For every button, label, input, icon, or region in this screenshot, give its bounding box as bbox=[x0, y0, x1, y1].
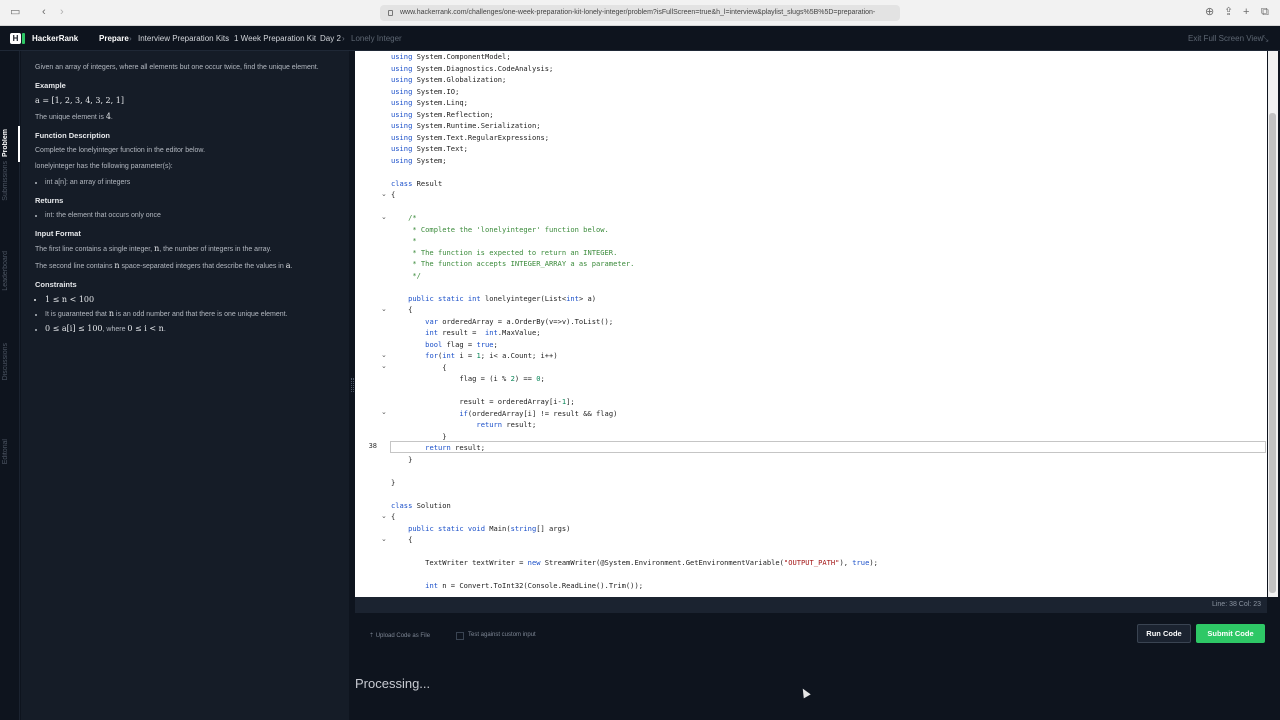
example-array: a = [1, 2, 3, 4, 3, 2, 1] bbox=[35, 96, 124, 105]
drag-handle-icon[interactable] bbox=[351, 378, 354, 392]
breadcrumb-interview-kits[interactable]: Interview Preparation Kits bbox=[138, 26, 229, 51]
run-code-button[interactable]: Run Code bbox=[1137, 624, 1191, 643]
cursor-position: Line: 38 Col: 23 bbox=[1211, 601, 1261, 608]
editor-scrollbar[interactable] bbox=[1268, 51, 1278, 597]
brand-name[interactable]: HackerRank bbox=[32, 26, 78, 51]
upload-icon: ⇡ bbox=[369, 633, 376, 639]
breadcrumb-current: Lonely Integer bbox=[351, 34, 402, 43]
input-line-1: The first line contains a single integer… bbox=[35, 244, 272, 253]
constraints-heading: Constraints bbox=[35, 280, 77, 289]
tab-leaderboard[interactable]: Leaderboard bbox=[2, 251, 18, 291]
lock-icon bbox=[388, 10, 393, 16]
action-bar: ⇡ Upload Code as File Test against custo… bbox=[355, 613, 1267, 653]
input-format-heading: Input Format bbox=[35, 229, 81, 238]
editor-gutter bbox=[355, 51, 395, 597]
browser-toolbar: ▭ ‹ › www.hackerrank.com/challenges/one-… bbox=[0, 0, 1280, 26]
fold-chevron-icon[interactable]: ⌄ bbox=[381, 304, 389, 316]
tab-problem[interactable]: Problem bbox=[2, 129, 18, 157]
breadcrumb-prepare[interactable]: Prepare bbox=[99, 26, 129, 51]
download-icon[interactable]: ⊕ bbox=[1205, 5, 1214, 19]
function-description-heading: Function Description bbox=[35, 131, 110, 140]
function-description-text: Complete the lonelyinteger function in t… bbox=[35, 147, 206, 154]
input-line-2: The second line contains n space-separat… bbox=[35, 261, 293, 270]
tabs-overview-icon[interactable]: ⧉ bbox=[1261, 5, 1269, 19]
param-item: int a[n]: an array of integers bbox=[45, 178, 335, 188]
processing-status: Processing... bbox=[355, 676, 431, 691]
custom-input-label[interactable]: Test against custom input bbox=[468, 632, 536, 638]
returns-item: int: the element that occurs only once bbox=[45, 211, 335, 221]
tab-editorial[interactable]: Editorial bbox=[2, 439, 18, 464]
upload-code-button[interactable]: ⇡ Upload Code as File bbox=[369, 632, 430, 639]
submit-code-button[interactable]: Submit Code bbox=[1196, 624, 1265, 643]
fold-chevron-icon[interactable]: ⌄ bbox=[381, 361, 389, 373]
breadcrumb-day[interactable]: Day 2 bbox=[320, 26, 341, 51]
share-icon[interactable]: ⇪ bbox=[1224, 5, 1233, 19]
url-text: www.hackerrank.com/challenges/one-week-p… bbox=[400, 9, 876, 16]
forward-icon[interactable]: › bbox=[60, 5, 64, 19]
code-editor[interactable]: 38 ⌄ ⌄ ⌄ ⌄ ⌄ ⌄ ⌄ ⌄ using System.Componen… bbox=[355, 51, 1267, 597]
hackerrank-logo[interactable]: H bbox=[10, 33, 25, 44]
active-tab-indicator bbox=[18, 126, 20, 162]
fold-chevron-icon[interactable]: ⌄ bbox=[381, 350, 389, 362]
line-number: 38 bbox=[368, 442, 377, 450]
back-icon[interactable]: ‹ bbox=[42, 5, 46, 19]
fold-chevron-icon[interactable]: ⌄ bbox=[381, 407, 389, 419]
problem-panel: Given an array of integers, where all el… bbox=[21, 51, 349, 720]
collapse-icon[interactable]: ⤡ bbox=[1262, 26, 1268, 51]
address-bar[interactable]: www.hackerrank.com/challenges/one-week-p… bbox=[380, 5, 900, 21]
editor-status-bar: Line: 38 Col: 23 bbox=[355, 597, 1267, 613]
constraint-1: 1 ≤ n < 100 bbox=[45, 295, 335, 305]
constraint-3: 0 ≤ a[i] ≤ 100, where 0 ≤ i < n. bbox=[45, 324, 335, 335]
new-tab-icon[interactable]: + bbox=[1243, 5, 1249, 19]
constraint-2: It is guaranteed that n is an odd number… bbox=[45, 309, 335, 320]
breadcrumb-separator: › bbox=[226, 34, 229, 43]
function-params-text: lonelyinteger has the following paramete… bbox=[35, 163, 173, 170]
tab-submissions[interactable]: Submissions bbox=[2, 161, 18, 201]
top-navigation: H HackerRank Prepare › Interview Prepara… bbox=[0, 26, 1280, 51]
mouse-pointer-icon bbox=[799, 686, 811, 699]
breadcrumb-separator: › bbox=[312, 34, 315, 43]
example-result: The unique element is 4. bbox=[35, 112, 113, 121]
example-heading: Example bbox=[35, 81, 66, 90]
left-rail: Problem Submissions Leaderboard Discussi… bbox=[0, 51, 20, 720]
exit-full-screen-link[interactable]: Exit Full Screen View bbox=[1188, 26, 1263, 51]
fold-chevron-icon[interactable]: ⌄ bbox=[381, 212, 389, 224]
breadcrumb-separator: › bbox=[342, 34, 345, 43]
breadcrumb-separator: › bbox=[129, 34, 132, 43]
tab-discussions[interactable]: Discussions bbox=[2, 343, 18, 380]
custom-input-checkbox[interactable] bbox=[456, 632, 464, 640]
fold-chevron-icon[interactable]: ⌄ bbox=[381, 189, 389, 201]
scrollbar-thumb[interactable] bbox=[1269, 113, 1276, 593]
fold-chevron-icon[interactable]: ⌄ bbox=[381, 534, 389, 546]
breadcrumb-week-kit[interactable]: 1 Week Preparation Kit bbox=[234, 26, 316, 51]
fold-chevron-icon[interactable]: ⌄ bbox=[381, 511, 389, 523]
problem-intro: Given an array of integers, where all el… bbox=[35, 64, 319, 71]
returns-heading: Returns bbox=[35, 196, 64, 205]
sidebar-toggle-icon[interactable]: ▭ bbox=[10, 5, 20, 19]
code-content[interactable]: using System.ComponentModel; using Syste… bbox=[391, 51, 1261, 597]
